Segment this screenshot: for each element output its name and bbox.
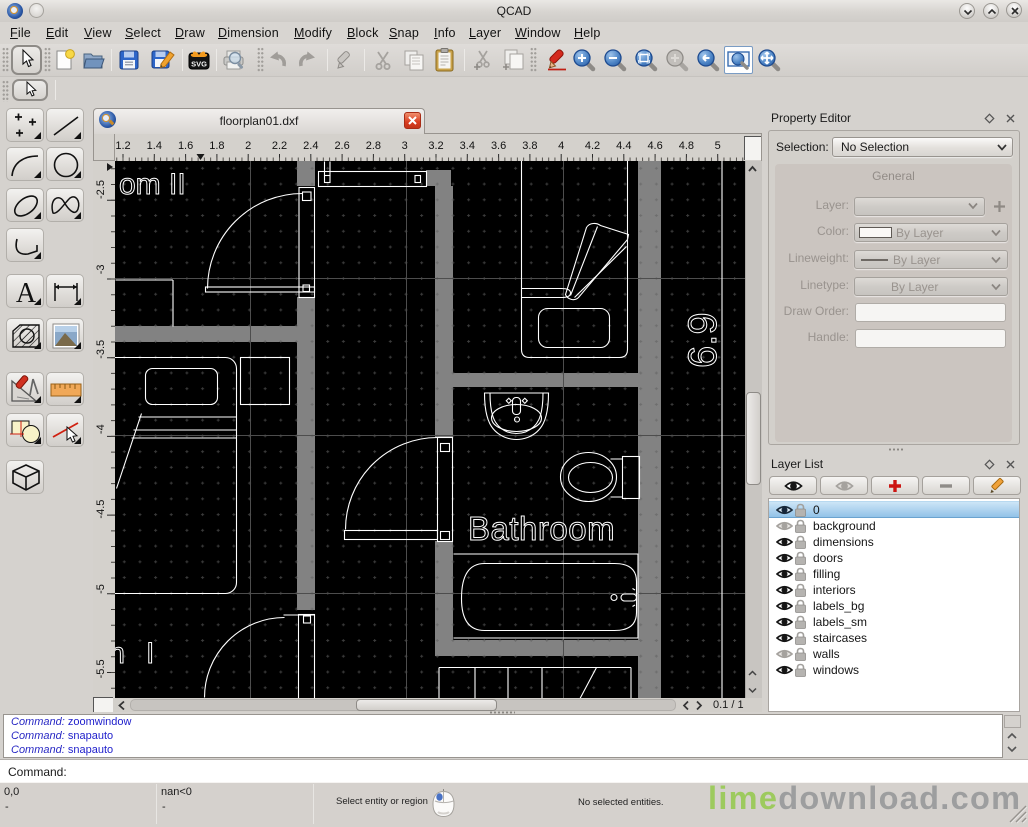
svg-text:2.2: 2.2 <box>272 140 287 152</box>
svg-text:2.8: 2.8 <box>366 140 381 152</box>
svg-text:-5.5: -5.5 <box>95 659 107 678</box>
svg-text:4.2: 4.2 <box>585 140 600 152</box>
svg-text:1.4: 1.4 <box>147 140 162 152</box>
svg-text:1.6: 1.6 <box>178 140 193 152</box>
svg-text:4.4: 4.4 <box>616 140 631 152</box>
svg-text:2.4: 2.4 <box>303 140 318 152</box>
svg-text:SVG: SVG <box>191 60 207 69</box>
svg-text:3: 3 <box>402 140 408 152</box>
svg-text:-2.5: -2.5 <box>95 180 107 199</box>
svg-text:4.8: 4.8 <box>679 140 694 152</box>
svg-text:3.4: 3.4 <box>460 140 475 152</box>
svg-text:3.2: 3.2 <box>428 140 443 152</box>
svg-text:6.9: 6.9 <box>681 312 725 368</box>
svg-text:-3.5: -3.5 <box>95 340 107 359</box>
svg-text:-4: -4 <box>95 424 107 434</box>
svg-text:I: I <box>146 637 154 670</box>
svg-text:A: A <box>16 278 37 309</box>
svg-text:4.6: 4.6 <box>647 140 662 152</box>
svg-text:3.8: 3.8 <box>522 140 537 152</box>
svg-text:1.2: 1.2 <box>115 140 130 152</box>
svg-text:-3: -3 <box>95 265 107 275</box>
svg-text:3.6: 3.6 <box>491 140 506 152</box>
svg-text:-5: -5 <box>95 584 107 594</box>
svg-text:1.8: 1.8 <box>209 140 224 152</box>
svg-text:5: 5 <box>715 140 721 152</box>
svg-text:2.6: 2.6 <box>334 140 349 152</box>
svg-text:om II: om II <box>119 168 186 201</box>
svg-text:m: m <box>115 637 125 670</box>
svg-text:4: 4 <box>558 140 564 152</box>
svg-text:2: 2 <box>245 140 251 152</box>
svg-text:-4.5: -4.5 <box>95 500 107 519</box>
svg-text:Bathroom: Bathroom <box>468 510 615 547</box>
